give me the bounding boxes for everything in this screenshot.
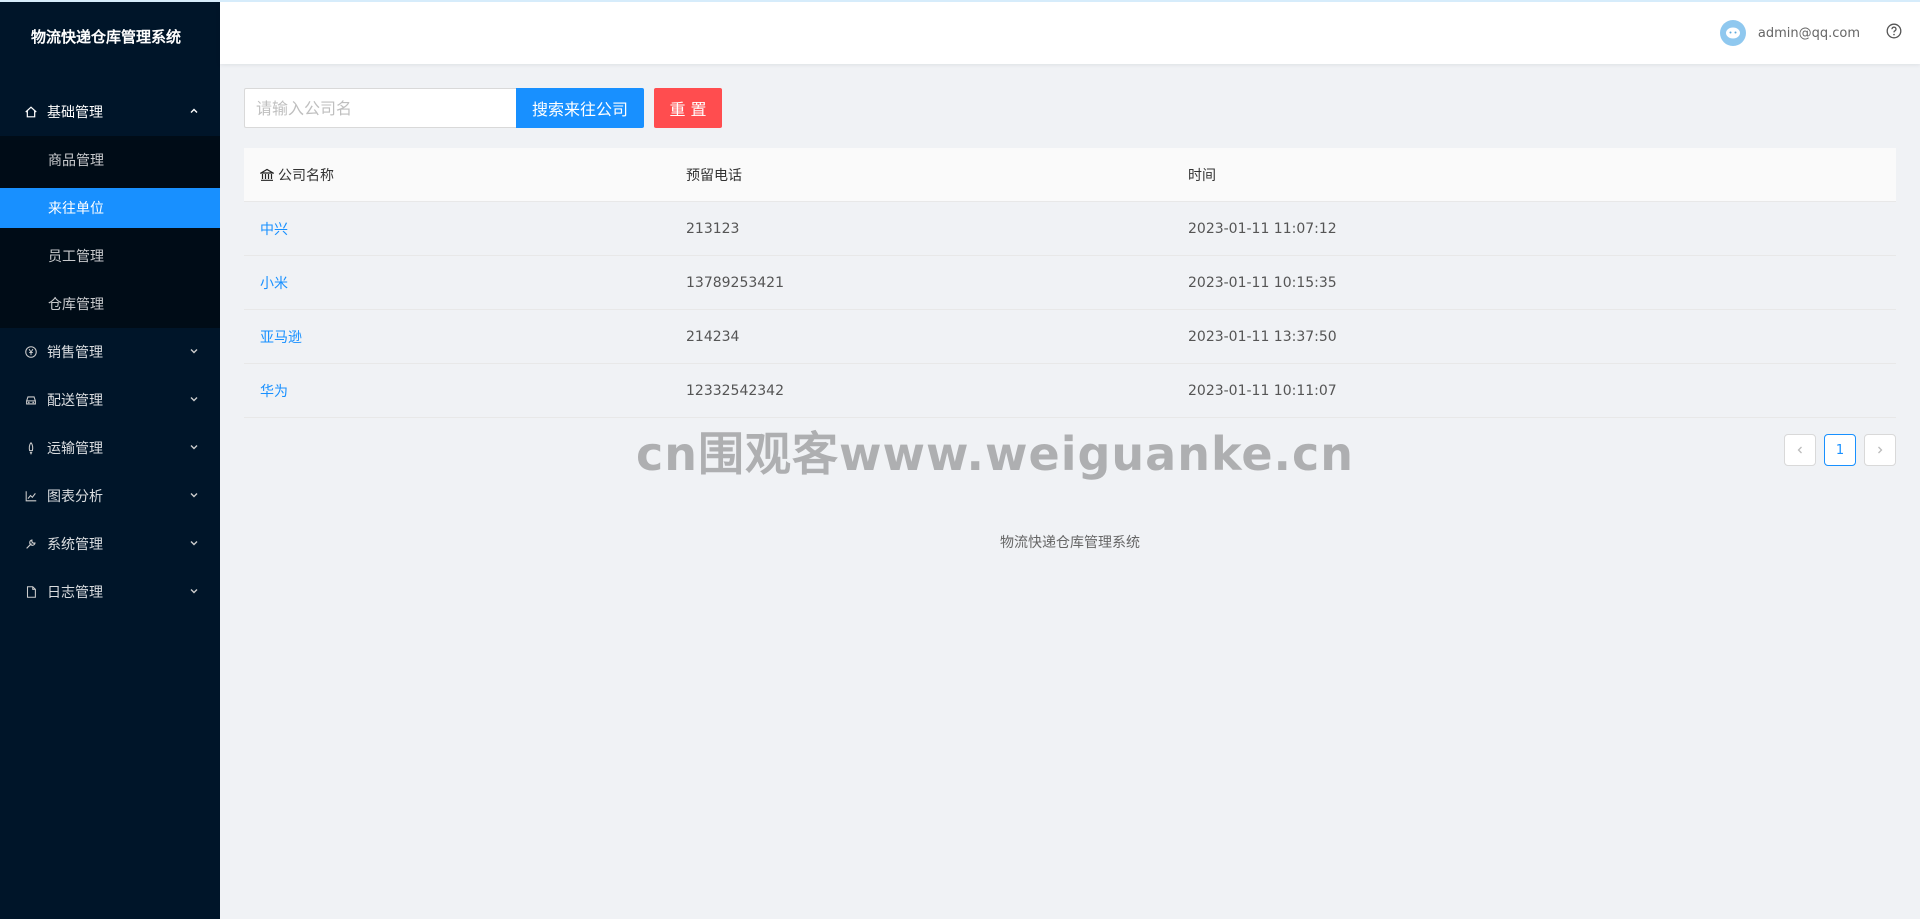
- company-link[interactable]: 亚马逊: [260, 327, 302, 347]
- chevron-down-icon: [190, 541, 198, 546]
- top-accent-line: [0, 0, 1920, 2]
- tool-icon: [23, 536, 39, 552]
- menu-transport[interactable]: 运输管理: [0, 424, 220, 472]
- menu-label: 基础管理: [47, 105, 103, 121]
- menu-label: 系统管理: [47, 537, 103, 553]
- reset-button[interactable]: 重 置: [654, 88, 722, 128]
- table-row: 小米 13789253421 2023-01-11 10:15:35: [244, 256, 1896, 310]
- chevron-up-icon: [190, 108, 198, 113]
- home-icon: [23, 104, 39, 120]
- sidebar-item-warehouse[interactable]: 仓库管理: [0, 280, 220, 328]
- column-time: 时间: [1188, 167, 1216, 184]
- watermark: cn围观客www.weiguanke.cn: [636, 427, 1355, 481]
- help-icon[interactable]: [1886, 23, 1902, 39]
- table-row: 中兴 213123 2023-01-11 11:07:12: [244, 202, 1896, 256]
- menu-logs[interactable]: 日志管理: [0, 568, 220, 616]
- menu-basic[interactable]: 基础管理: [0, 88, 220, 136]
- sidebar-item-staff[interactable]: 员工管理: [0, 232, 220, 280]
- time-cell: 2023-01-11 10:11:07: [1188, 382, 1337, 399]
- chevron-down-icon: [190, 589, 198, 594]
- company-link[interactable]: 华为: [260, 381, 288, 401]
- sidebar: 物流快递仓库管理系统 基础管理 商品管理 来往单位 员工管理 仓库管理 销售管理…: [0, 0, 220, 919]
- page-1-button[interactable]: 1: [1824, 434, 1856, 466]
- menu-charts[interactable]: 图表分析: [0, 472, 220, 520]
- rocket-icon: [23, 440, 39, 456]
- chevron-right-icon: [1878, 446, 1883, 454]
- top-header: admin@qq.com: [220, 0, 1920, 64]
- menu-label: 日志管理: [47, 585, 103, 601]
- footer-text: 物流快递仓库管理系统: [1000, 535, 1140, 551]
- time-cell: 2023-01-11 11:07:12: [1188, 220, 1337, 237]
- user-menu[interactable]: admin@qq.com: [1719, 20, 1860, 46]
- next-page-button[interactable]: [1864, 434, 1896, 466]
- phone-cell: 213123: [686, 220, 740, 237]
- menu-label: 配送管理: [47, 393, 103, 409]
- menu-label: 图表分析: [47, 489, 103, 505]
- search-button[interactable]: 搜索来往公司: [516, 88, 644, 128]
- menu-label: 运输管理: [47, 441, 103, 457]
- time-cell: 2023-01-11 13:37:50: [1188, 328, 1337, 345]
- user-email: admin@qq.com: [1757, 25, 1860, 41]
- chevron-down-icon: [190, 349, 198, 354]
- table-row: 亚马逊 214234 2023-01-11 13:37:50: [244, 310, 1896, 364]
- chevron-down-icon: [190, 445, 198, 450]
- menu-delivery[interactable]: 配送管理: [0, 376, 220, 424]
- company-search-input[interactable]: [244, 88, 516, 128]
- company-link[interactable]: 小米: [260, 273, 288, 293]
- sidebar-item-partners[interactable]: 来往单位: [0, 188, 220, 228]
- avatar: [1719, 20, 1746, 46]
- app-title: 物流快递仓库管理系统: [31, 28, 182, 46]
- pagination: 1: [1784, 434, 1896, 466]
- file-icon: [23, 584, 39, 600]
- column-phone: 预留电话: [686, 167, 742, 184]
- line-chart-icon: [23, 488, 39, 504]
- yen-icon: [23, 344, 39, 360]
- phone-cell: 214234: [686, 328, 740, 345]
- car-icon: [23, 392, 39, 408]
- company-table: 公司名称 预留电话 时间 中兴 213123 2023-01-11 11:07:…: [244, 148, 1896, 418]
- column-company: 公司名称: [244, 165, 686, 185]
- phone-cell: 12332542342: [686, 382, 784, 399]
- sidebar-item-goods[interactable]: 商品管理: [0, 136, 220, 184]
- chevron-down-icon: [190, 493, 198, 498]
- prev-page-button[interactable]: [1784, 434, 1816, 466]
- bank-icon: [260, 168, 274, 181]
- company-link[interactable]: 中兴: [260, 219, 288, 239]
- column-label: 公司名称: [278, 167, 334, 184]
- time-cell: 2023-01-11 10:15:35: [1188, 274, 1337, 291]
- menu-system[interactable]: 系统管理: [0, 520, 220, 568]
- menu-sales[interactable]: 销售管理: [0, 328, 220, 376]
- menu-label: 销售管理: [47, 345, 103, 361]
- table-header: 公司名称 预留电话 时间: [244, 148, 1896, 202]
- submenu-basic: 商品管理 来往单位 员工管理 仓库管理: [0, 136, 220, 328]
- phone-cell: 13789253421: [686, 274, 784, 291]
- chevron-down-icon: [190, 397, 198, 402]
- chevron-left-icon: [1797, 446, 1802, 454]
- table-row: 华为 12332542342 2023-01-11 10:11:07: [244, 364, 1896, 418]
